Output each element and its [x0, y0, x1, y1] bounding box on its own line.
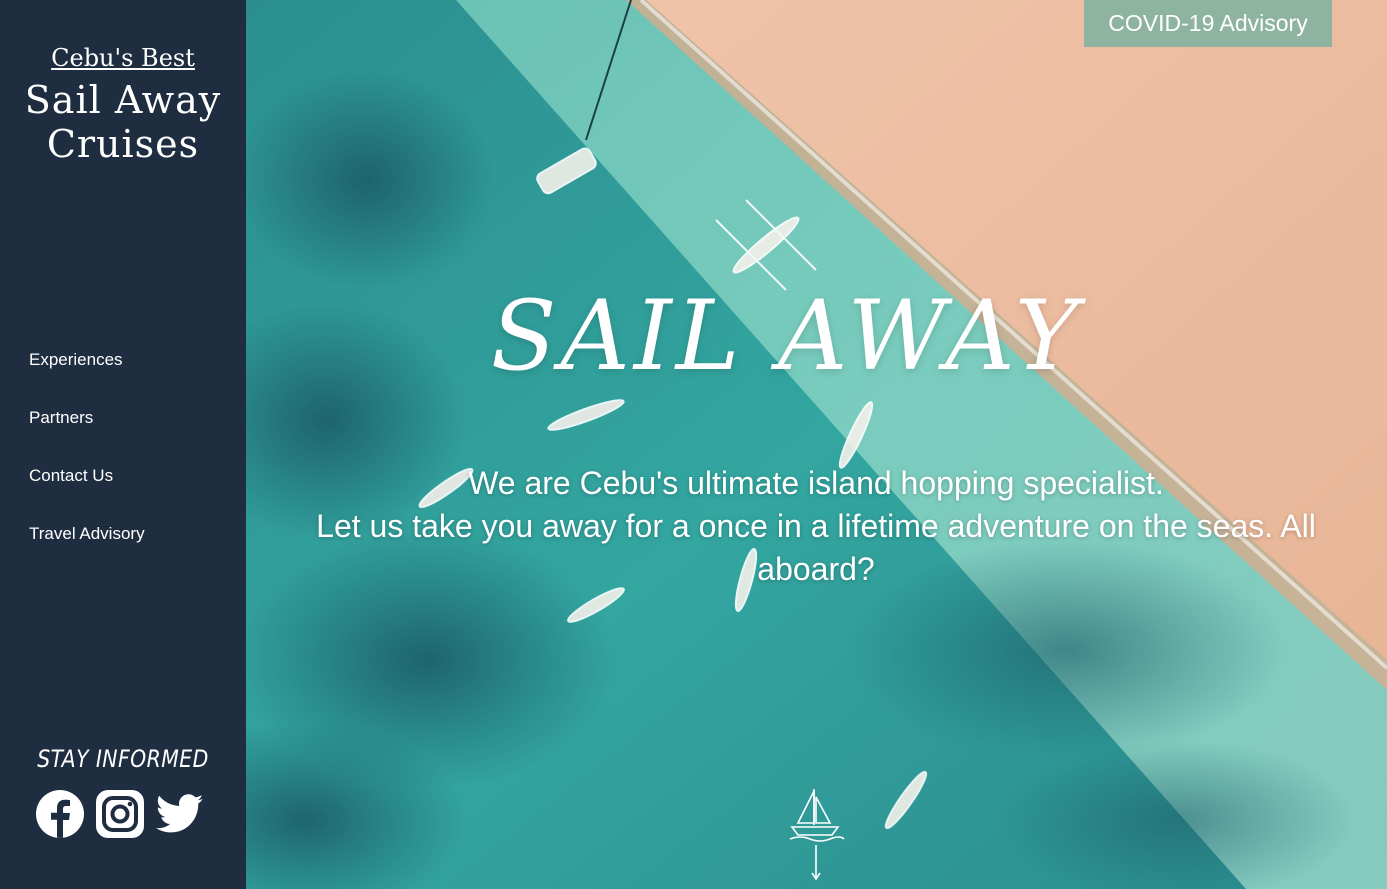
brand-logo[interactable]: Cebu's Best Sail Away Cruises	[0, 44, 246, 166]
nav-partners[interactable]: Partners	[29, 408, 145, 427]
hero-headline: SAIL AWAY	[490, 280, 1083, 392]
instagram-icon[interactable]	[96, 790, 144, 838]
stay-informed-heading: STAY INFORMED	[37, 745, 209, 773]
brand-name-line1: Sail Away	[24, 78, 222, 122]
facebook-icon[interactable]	[36, 790, 84, 838]
brand-tagline[interactable]: Cebu's Best	[0, 44, 246, 72]
social-links	[36, 790, 204, 838]
hero-tagline-line2: Let us take you away for a once in a lif…	[316, 508, 1316, 587]
hero-tagline: We are Cebu's ultimate island hopping sp…	[266, 462, 1366, 591]
nav-experiences[interactable]: Experiences	[29, 350, 145, 369]
nav-travel-advisory[interactable]: Travel Advisory	[29, 524, 145, 543]
covid-advisory-button[interactable]: COVID-19 Advisory	[1084, 0, 1332, 47]
hero-tagline-line1: We are Cebu's ultimate island hopping sp…	[468, 465, 1164, 501]
main-nav: Experiences Partners Contact Us Travel A…	[29, 350, 145, 582]
nav-contact-us[interactable]: Contact Us	[29, 466, 145, 485]
scroll-down-sailboat-icon[interactable]	[786, 785, 846, 889]
hero-section: COVID-19 Advisory SAIL AWAY We are Cebu'…	[246, 0, 1387, 889]
hero-background-image	[246, 0, 1387, 889]
brand-name-line2: Cruises	[46, 122, 200, 166]
page: Cebu's Best Sail Away Cruises Experience…	[0, 0, 1387, 889]
sidebar: Cebu's Best Sail Away Cruises Experience…	[0, 0, 246, 889]
twitter-icon[interactable]	[156, 790, 204, 838]
